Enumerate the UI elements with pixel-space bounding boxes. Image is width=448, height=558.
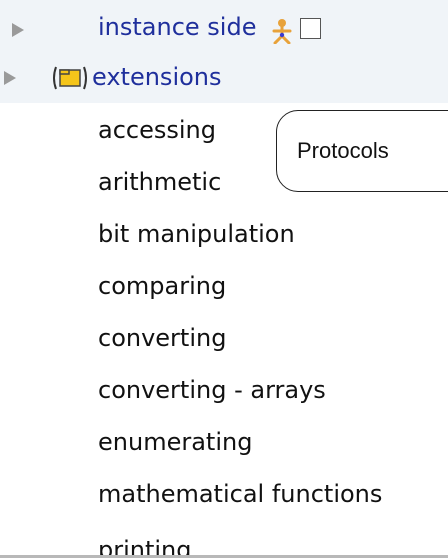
expand-triangle-icon[interactable] <box>12 23 24 37</box>
callout-label: Protocols <box>297 138 389 163</box>
person-icon <box>272 19 292 44</box>
package-icon <box>53 66 87 90</box>
extensions-label[interactable]: extensions <box>92 63 222 91</box>
protocol-item[interactable]: accessing <box>98 118 216 142</box>
instance-side-label[interactable]: instance side <box>98 13 256 41</box>
protocol-item[interactable]: bit manipulation <box>98 222 295 246</box>
protocol-item[interactable]: enumerating <box>98 430 252 454</box>
protocol-pane: instance side extensions accessing arith… <box>0 0 448 558</box>
protocols-callout: Protocols <box>276 110 448 192</box>
protocol-item[interactable]: arithmetic <box>98 170 221 194</box>
expand-triangle-icon[interactable] <box>4 71 16 85</box>
protocol-item[interactable]: comparing <box>98 274 226 298</box>
protocol-item[interactable]: converting - arrays <box>98 378 326 402</box>
instance-side-checkbox[interactable] <box>300 18 321 39</box>
protocol-item[interactable]: mathematical functions <box>98 482 382 506</box>
protocol-item[interactable]: converting <box>98 326 226 350</box>
